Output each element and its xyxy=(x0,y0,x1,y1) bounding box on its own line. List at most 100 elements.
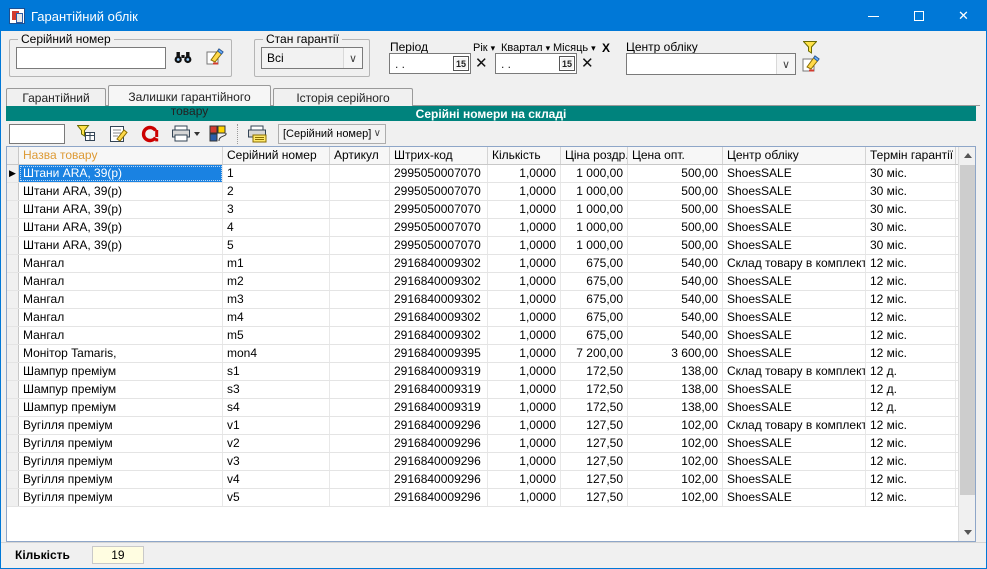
table-cell[interactable] xyxy=(330,291,390,308)
table-cell[interactable]: Мангал xyxy=(19,291,223,308)
table-cell[interactable]: Монітор Tamaris, xyxy=(19,345,223,362)
table-cell[interactable]: 138,00 xyxy=(628,363,723,380)
table-cell[interactable]: Штани ARA, 39(р) xyxy=(19,201,223,218)
table-cell[interactable]: 2916840009319 xyxy=(390,399,488,416)
close-button[interactable]: ✕ xyxy=(941,1,986,31)
table-cell[interactable]: Склад товару в комплекті д. xyxy=(723,363,866,380)
table-cell[interactable]: 1,0000 xyxy=(488,435,561,452)
table-cell[interactable]: 500,00 xyxy=(628,201,723,218)
table-cell[interactable]: 1,0000 xyxy=(488,345,561,362)
table-cell[interactable]: 2916840009302 xyxy=(390,327,488,344)
tab-remains[interactable]: Залишки гарантійного товару xyxy=(108,85,271,106)
table-cell[interactable]: 2916840009395 xyxy=(390,345,488,362)
table-cell[interactable] xyxy=(330,255,390,272)
table-cell[interactable]: 12 міс. xyxy=(866,417,956,434)
table-cell[interactable]: 1 000,00 xyxy=(561,201,628,218)
column-header-1[interactable]: Серійний номер xyxy=(223,147,330,164)
table-cell[interactable]: ShoesSALE xyxy=(723,399,866,416)
table-cell[interactable]: 1,0000 xyxy=(488,273,561,290)
table-cell[interactable]: 172,50 xyxy=(561,363,628,380)
table-cell[interactable]: 2916840009302 xyxy=(390,291,488,308)
maximize-button[interactable] xyxy=(896,1,941,31)
scroll-up-button[interactable] xyxy=(959,147,976,164)
table-cell[interactable]: 540,00 xyxy=(628,327,723,344)
table-cell[interactable]: 12 д. xyxy=(866,363,956,380)
table-cell[interactable]: Шампур преміум xyxy=(19,363,223,380)
vertical-scrollbar[interactable] xyxy=(958,147,975,541)
table-cell[interactable]: 1 000,00 xyxy=(561,165,628,182)
table-cell[interactable]: 12 міс. xyxy=(866,345,956,362)
table-cell[interactable]: Штани ARA, 39(р) xyxy=(19,165,223,182)
table-cell[interactable]: 2995050007070 xyxy=(390,237,488,254)
table-cell[interactable]: 500,00 xyxy=(628,219,723,236)
table-cell[interactable]: 540,00 xyxy=(628,273,723,290)
table-cell[interactable]: ShoesSALE xyxy=(723,489,866,506)
table-cell[interactable]: 2 xyxy=(223,183,330,200)
column-header-4[interactable]: Кількість xyxy=(488,147,561,164)
table-cell[interactable]: Мангал xyxy=(19,309,223,326)
table-cell[interactable]: v3 xyxy=(223,453,330,470)
clear-serial-button[interactable] xyxy=(204,45,226,67)
table-cell[interactable]: mon4 xyxy=(223,345,330,362)
table-cell[interactable]: 138,00 xyxy=(628,399,723,416)
table-cell[interactable]: 7 200,00 xyxy=(561,345,628,362)
calendar-icon[interactable]: 15 xyxy=(559,56,575,71)
table-cell[interactable]: 30 міс. xyxy=(866,201,956,218)
table-cell[interactable] xyxy=(330,219,390,236)
table-cell[interactable] xyxy=(330,345,390,362)
grouping-combo[interactable]: [Серійний номер] ∨ xyxy=(278,124,386,144)
table-cell[interactable]: ShoesSALE xyxy=(723,273,866,290)
table-cell[interactable]: ShoesSALE xyxy=(723,219,866,236)
table-cell[interactable]: 500,00 xyxy=(628,237,723,254)
table-cell[interactable]: ShoesSALE xyxy=(723,183,866,200)
print-button[interactable] xyxy=(169,123,203,145)
table-cell[interactable]: s1 xyxy=(223,363,330,380)
table-cell[interactable]: m1 xyxy=(223,255,330,272)
tab-warranty[interactable]: Гарантійний облік xyxy=(6,88,106,106)
table-cell[interactable]: 500,00 xyxy=(628,183,723,200)
table-cell[interactable] xyxy=(330,381,390,398)
table-cell[interactable] xyxy=(330,363,390,380)
table-cell[interactable]: s3 xyxy=(223,381,330,398)
clear-center-button[interactable] xyxy=(800,52,822,74)
table-cell[interactable]: m2 xyxy=(223,273,330,290)
table-cell[interactable]: 12 міс. xyxy=(866,255,956,272)
table-cell[interactable]: 30 міс. xyxy=(866,219,956,236)
table-cell[interactable] xyxy=(330,327,390,344)
table-cell[interactable]: 1,0000 xyxy=(488,165,561,182)
table-cell[interactable]: 1 000,00 xyxy=(561,219,628,236)
scroll-thumb[interactable] xyxy=(960,165,975,495)
table-cell[interactable]: 1,0000 xyxy=(488,201,561,218)
table-cell[interactable]: 1,0000 xyxy=(488,417,561,434)
table-cell[interactable]: 30 міс. xyxy=(866,165,956,182)
table-cell[interactable]: 12 міс. xyxy=(866,471,956,488)
table-cell[interactable]: 5 xyxy=(223,237,330,254)
table-cell[interactable]: 675,00 xyxy=(561,255,628,272)
table-cell[interactable]: 102,00 xyxy=(628,453,723,470)
table-cell[interactable]: 12 міс. xyxy=(866,453,956,470)
center-select[interactable]: ∨ xyxy=(626,53,796,75)
year-menu[interactable]: Рік ▾ xyxy=(473,42,495,54)
appearance-button[interactable] xyxy=(205,123,231,145)
minimize-button[interactable] xyxy=(851,1,896,31)
table-cell[interactable]: 540,00 xyxy=(628,309,723,326)
calendar-icon[interactable]: 15 xyxy=(453,56,469,71)
table-cell[interactable]: 12 д. xyxy=(866,381,956,398)
table-cell[interactable]: s4 xyxy=(223,399,330,416)
table-cell[interactable]: 540,00 xyxy=(628,255,723,272)
table-cell[interactable]: Вугілля преміум xyxy=(19,489,223,506)
table-cell[interactable]: 1 xyxy=(223,165,330,182)
table-cell[interactable] xyxy=(330,399,390,416)
column-header-6[interactable]: Цена опт. xyxy=(628,147,723,164)
table-cell[interactable]: 1,0000 xyxy=(488,291,561,308)
table-cell[interactable]: 172,50 xyxy=(561,381,628,398)
report-print-button[interactable] xyxy=(244,123,270,145)
serial-input[interactable] xyxy=(16,47,166,69)
table-cell[interactable]: 2916840009302 xyxy=(390,273,488,290)
table-cell[interactable]: Шампур преміум xyxy=(19,381,223,398)
column-header-7[interactable]: Центр обліку xyxy=(723,147,866,164)
table-cell[interactable]: 540,00 xyxy=(628,291,723,308)
table-cell[interactable]: 1,0000 xyxy=(488,327,561,344)
table-cell[interactable]: 1,0000 xyxy=(488,399,561,416)
edit-filter-button[interactable] xyxy=(105,123,131,145)
